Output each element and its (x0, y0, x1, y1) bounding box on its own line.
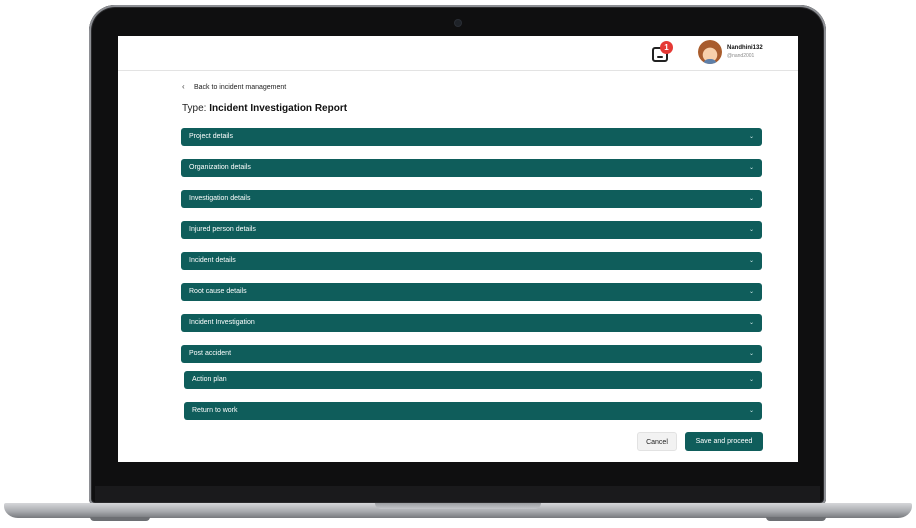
chevron-down-icon: ⌄ (748, 165, 754, 171)
notification-button[interactable]: 1 (651, 41, 673, 63)
chevron-down-icon: ⌄ (748, 196, 754, 202)
type-prefix: Type: (182, 103, 207, 114)
top-bar: 1 Nandhini132 @nand2001 (118, 36, 798, 71)
section-action-plan[interactable]: Action plan ⌄ (184, 371, 762, 389)
section-root-cause-details[interactable]: Root cause details ⌄ (181, 283, 762, 301)
section-label: Root cause details (189, 288, 247, 295)
section-incident-details[interactable]: Incident details ⌄ (181, 252, 762, 270)
section-return-to-work[interactable]: Return to work ⌄ (184, 402, 762, 420)
page-title: Type: Incident Investigation Report (182, 103, 347, 114)
section-incident-investigation[interactable]: Incident Investigation ⌄ (181, 314, 762, 332)
user-name: Nandhini132 (727, 45, 763, 51)
chevron-down-icon: ⌄ (748, 134, 754, 140)
notification-badge: 1 (660, 41, 673, 54)
report-type: Incident Investigation Report (209, 103, 348, 114)
section-label: Injured person details (189, 226, 256, 233)
back-link-label: Back to incident management (194, 84, 287, 91)
chevron-down-icon: ⌄ (748, 227, 754, 233)
section-project-details[interactable]: Project details ⌄ (181, 128, 762, 146)
chevron-down-icon: ⌄ (748, 351, 754, 357)
cancel-button[interactable]: Cancel (637, 432, 677, 451)
section-post-accident[interactable]: Post accident ⌄ (181, 345, 762, 363)
section-label: Incident Investigation (189, 319, 255, 326)
back-link[interactable]: ‹ Back to incident management (182, 82, 286, 91)
section-investigation-details[interactable]: Investigation details ⌄ (181, 190, 762, 208)
user-handle: @nand2001 (727, 53, 755, 59)
chevron-down-icon: ⌄ (748, 377, 754, 383)
laptop-notch (375, 503, 541, 509)
avatar[interactable] (698, 40, 722, 64)
section-label: Incident details (189, 257, 236, 264)
section-label: Project details (189, 133, 233, 140)
chevron-down-icon: ⌄ (748, 289, 754, 295)
section-organization-details[interactable]: Organization details ⌄ (181, 159, 762, 177)
avatar-shoulders (703, 59, 717, 64)
section-label: Action plan (192, 376, 227, 383)
chevron-down-icon: ⌄ (748, 320, 754, 326)
section-injured-person-details[interactable]: Injured person details ⌄ (181, 221, 762, 239)
section-label: Post accident (189, 350, 232, 357)
save-and-proceed-button[interactable]: Save and proceed (685, 432, 763, 451)
laptop-foot-left (90, 517, 150, 521)
laptop-mockup: 1 Nandhini132 @nand2001 ‹ Back to inciden… (0, 0, 916, 528)
app-screen: 1 Nandhini132 @nand2001 ‹ Back to inciden… (118, 36, 798, 462)
section-label: Return to work (192, 407, 238, 414)
chevron-down-icon: ⌄ (748, 258, 754, 264)
chevron-left-icon: ‹ (182, 82, 185, 91)
section-label: Organization details (189, 164, 251, 171)
webcam (455, 20, 461, 26)
laptop-chin (95, 486, 820, 502)
laptop-foot-right (766, 517, 826, 521)
chevron-down-icon: ⌄ (748, 408, 754, 414)
section-label: Investigation details (189, 195, 251, 202)
